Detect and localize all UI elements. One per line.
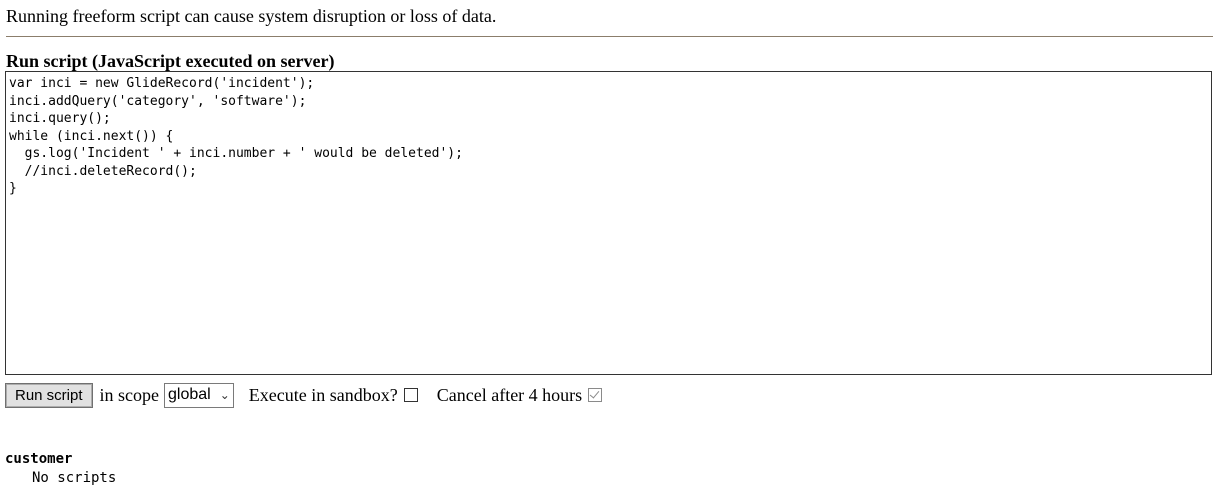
sandbox-label: Execute in sandbox? <box>248 384 398 405</box>
cancel-checkbox[interactable] <box>588 388 603 402</box>
results-panel: customer No scripts <box>5 450 116 488</box>
script-editor[interactable]: var inci = new GlideRecord('incident'); … <box>5 71 1212 375</box>
chevron-down-icon: ⌄ <box>219 388 230 402</box>
run-controls: Run script in scope global ⌄ Execute in … <box>5 382 603 408</box>
cancel-label: Cancel after 4 hours <box>436 384 583 405</box>
run-script-button[interactable]: Run script <box>5 382 93 408</box>
scope-label: in scope <box>99 384 160 405</box>
scope-select[interactable]: global ⌄ <box>164 382 234 408</box>
results-message: No scripts <box>32 470 117 486</box>
divider <box>6 36 1213 37</box>
section-title: Run script (JavaScript executed on serve… <box>6 51 335 71</box>
sandbox-checkbox[interactable] <box>403 388 418 402</box>
scope-select-value: global <box>168 386 211 403</box>
results-scope-name: customer <box>5 451 73 467</box>
warning-message: Running freeform script can cause system… <box>6 6 497 26</box>
